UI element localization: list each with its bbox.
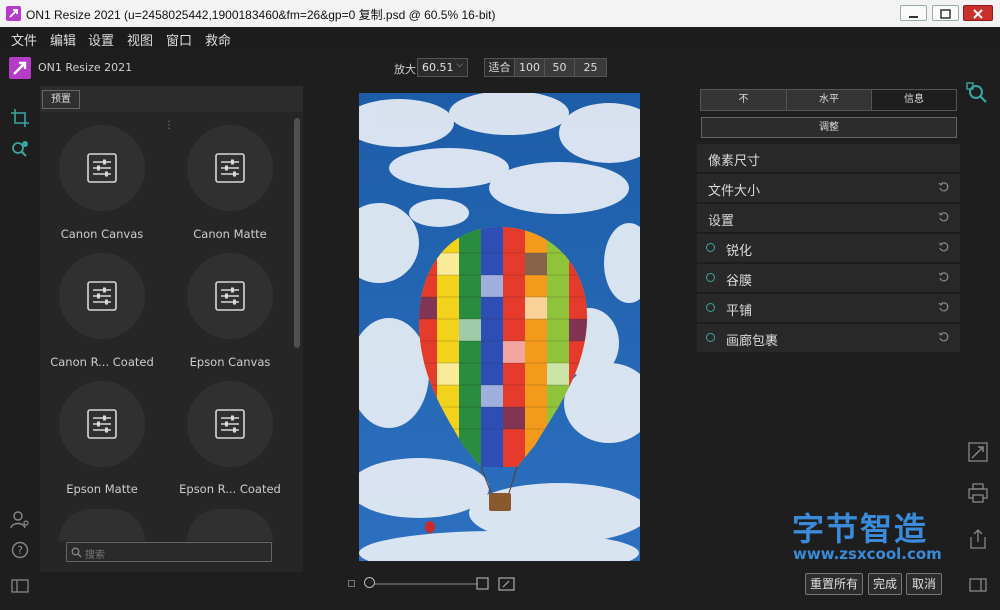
presets-search-input[interactable]: 搜索 — [66, 542, 272, 562]
info-tabs: 不 水平 信息 — [700, 89, 957, 111]
section-tiling[interactable]: 平铺 — [697, 294, 960, 323]
sliders-icon — [215, 153, 245, 183]
preset-label: Epson R... Coated — [179, 482, 281, 496]
chevron-down-icon: ⌵ — [456, 60, 463, 70]
menu-edit[interactable]: 编辑 — [50, 30, 76, 49]
app-name: ON1 Resize 2021 — [38, 61, 133, 74]
sliders-icon — [215, 281, 245, 311]
zoom-label: 放大 — [394, 63, 416, 76]
section-toggle[interactable] — [706, 243, 715, 252]
reset-icon[interactable] — [938, 331, 950, 343]
menu-file[interactable]: 文件 — [11, 30, 37, 49]
section-label: 平铺 — [726, 304, 753, 319]
done-button[interactable]: 完成 — [868, 573, 902, 595]
resize-tool-icon[interactable] — [10, 139, 30, 159]
minimize-icon — [909, 16, 918, 18]
close-icon — [973, 9, 983, 19]
photo-canvas[interactable] — [359, 93, 640, 561]
section-gallery-wrap[interactable]: 画廊包裹 — [697, 324, 960, 353]
presets-tab[interactable]: 预置 — [42, 90, 80, 109]
section-label: 画廊包裹 — [726, 334, 779, 349]
section-label: 设置 — [708, 214, 735, 229]
section-label: 文件大小 — [708, 184, 761, 199]
compare-icon[interactable] — [498, 577, 515, 591]
zoom-50-button[interactable]: 50 — [544, 58, 575, 77]
tab-none[interactable]: 不 — [701, 90, 787, 110]
section-toggle[interactable] — [706, 333, 715, 342]
large-square-icon[interactable] — [476, 577, 489, 590]
preview-slider-handle[interactable] — [364, 577, 375, 588]
reset-icon[interactable] — [938, 241, 950, 253]
sliders-icon — [215, 409, 245, 439]
preset-label: Epson Canvas — [189, 355, 271, 369]
print-icon[interactable] — [967, 482, 989, 504]
search-placeholder: 搜索 — [85, 550, 105, 561]
watermark-text: 字节智造 — [792, 510, 929, 548]
preset-label: Canon Matte — [193, 227, 267, 241]
section-file-size[interactable]: 文件大小 — [697, 174, 960, 203]
app-icon — [6, 6, 21, 21]
on1-logo — [9, 57, 31, 79]
tab-info[interactable]: 信息 — [872, 90, 956, 110]
reset-icon[interactable] — [938, 211, 950, 223]
panel-drag-handle[interactable]: ⋮ — [164, 120, 174, 131]
maximize-button[interactable] — [932, 5, 959, 21]
section-pixel-dimensions[interactable]: 像素尺寸 — [697, 144, 960, 173]
section-label: 锐化 — [726, 244, 753, 259]
zoom-fit-button[interactable]: 适合 — [484, 58, 515, 77]
sliders-icon — [87, 281, 117, 311]
section-label: 谷膜 — [726, 274, 753, 289]
menu-view[interactable]: 视图 — [127, 30, 153, 49]
crop-icon[interactable] — [10, 108, 30, 128]
user-icon[interactable] — [10, 510, 30, 530]
reset-icon[interactable] — [938, 181, 950, 193]
minimize-button[interactable] — [900, 5, 927, 21]
presets-scrollbar[interactable] — [294, 118, 300, 348]
sliders-icon — [87, 153, 117, 183]
help-icon[interactable]: ? — [10, 540, 30, 560]
preset-label: Epson Matte — [66, 482, 138, 496]
section-sharpen[interactable]: 锐化 — [697, 234, 960, 263]
section-settings[interactable]: 设置 — [697, 204, 960, 233]
zoom-25-button[interactable]: 25 — [574, 58, 607, 77]
title-bar: ON1 Resize 2021 (u=2458025442,1900183460… — [0, 0, 1000, 27]
preset-label: Canon Canvas — [60, 227, 144, 241]
search-icon — [71, 547, 82, 558]
section-toggle[interactable] — [706, 303, 715, 312]
preview-slider-track[interactable] — [370, 583, 478, 585]
section-toggle[interactable] — [706, 273, 715, 282]
small-square-icon[interactable] — [347, 579, 357, 589]
toggle-right-panel-icon[interactable] — [968, 575, 988, 595]
window-title: ON1 Resize 2021 (u=2458025442,1900183460… — [26, 8, 496, 22]
close-button[interactable] — [963, 5, 993, 21]
maximize-icon — [940, 9, 951, 19]
resize-export-icon[interactable] — [967, 441, 989, 463]
cancel-button[interactable]: 取消 — [906, 573, 942, 595]
menu-settings[interactable]: 设置 — [88, 30, 114, 49]
preset-label: Canon R... Coated — [50, 355, 154, 369]
zoom-value: 60.51 — [422, 61, 454, 74]
section-film-grain[interactable]: 谷膜 — [697, 264, 960, 293]
reset-icon[interactable] — [938, 271, 950, 283]
toggle-left-panel-icon[interactable] — [10, 576, 30, 596]
tab-horizontal[interactable]: 水平 — [787, 90, 872, 110]
watermark-url: www.zsxcool.com — [793, 545, 942, 563]
adjust-button[interactable]: 调整 — [701, 117, 957, 138]
menu-help[interactable]: 救命 — [205, 30, 231, 49]
reset-icon[interactable] — [938, 301, 950, 313]
zoom-dropdown[interactable]: 60.51 ⌵ — [417, 58, 468, 77]
zoom-tool-icon[interactable] — [966, 82, 988, 104]
zoom-100-button[interactable]: 100 — [514, 58, 545, 77]
share-icon[interactable] — [967, 528, 989, 550]
svg-text:?: ? — [17, 544, 23, 557]
menu-window[interactable]: 窗口 — [166, 30, 192, 49]
reset-all-button[interactable]: 重置所有 — [805, 573, 863, 595]
section-label: 像素尺寸 — [708, 154, 761, 169]
sliders-icon — [87, 409, 117, 439]
